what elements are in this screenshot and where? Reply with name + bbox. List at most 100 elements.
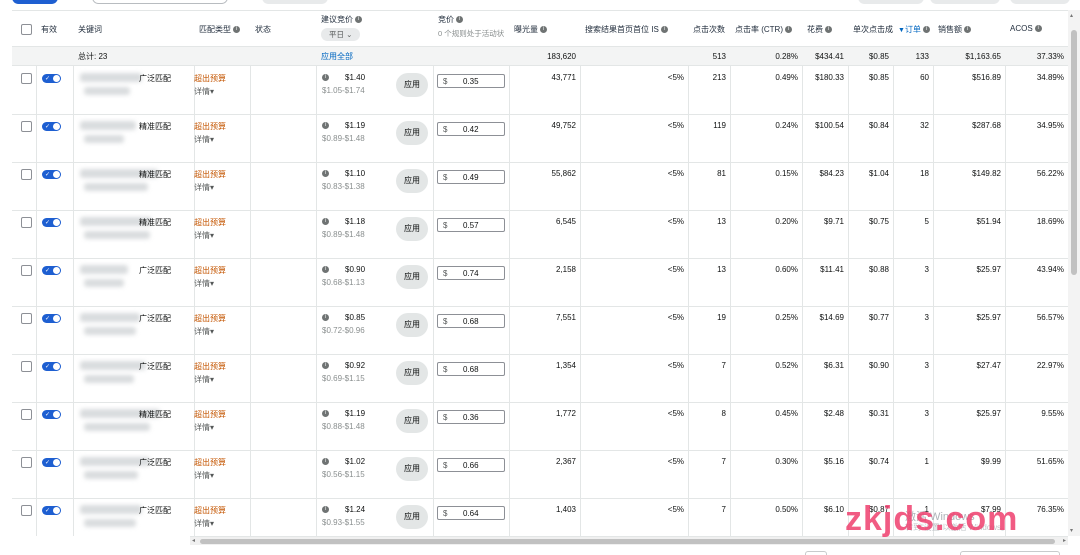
header-cpc[interactable]: 单次点击成本 [848, 11, 893, 47]
row-checkbox[interactable] [21, 313, 32, 324]
enabled-toggle[interactable]: ✓ [42, 362, 61, 371]
row-checkbox[interactable] [21, 217, 32, 228]
bid-input[interactable]: $0.49 [437, 170, 505, 184]
scroll-down-icon[interactable]: ▾ [1070, 527, 1073, 534]
header-suggested-bid[interactable]: 建议竞价 i 平日 ⌄ [316, 11, 433, 47]
header-impressions[interactable]: 曝光量 i [509, 11, 580, 47]
header-spend[interactable]: 花费 i [802, 11, 848, 47]
bid-input[interactable]: $0.66 [437, 458, 505, 472]
info-icon[interactable]: i [322, 169, 329, 178]
apply-button[interactable]: 应用 [396, 457, 428, 481]
bid-input[interactable]: $0.68 [437, 314, 505, 328]
info-icon[interactable]: i [233, 26, 240, 34]
apply-all-link[interactable]: 应用全部 [321, 47, 353, 66]
toolbar-button-2[interactable] [930, 0, 1000, 4]
bid-input[interactable]: $0.68 [437, 362, 505, 376]
apply-button[interactable]: 应用 [396, 121, 428, 145]
info-icon[interactable]: i [355, 16, 362, 24]
filter-button[interactable] [262, 0, 328, 4]
info-icon[interactable]: i [785, 26, 792, 34]
horizontal-scroll-thumb[interactable] [200, 539, 1055, 544]
header-orders[interactable]: ▼订单 i [893, 11, 933, 47]
enabled-toggle[interactable]: ✓ [42, 122, 61, 131]
bid-input[interactable]: $0.74 [437, 266, 505, 280]
header-match-type[interactable]: 匹配类型 i [194, 11, 250, 47]
toolbar-button-1[interactable] [858, 0, 924, 4]
info-icon[interactable]: i [660, 26, 668, 34]
info-icon[interactable]: i [322, 265, 329, 274]
row-checkbox[interactable] [21, 265, 32, 276]
apply-button[interactable]: 应用 [396, 505, 428, 529]
row-checkbox[interactable] [21, 505, 32, 516]
enabled-toggle[interactable]: ✓ [42, 170, 61, 179]
search-input[interactable] [92, 0, 228, 4]
details-dropdown[interactable]: 详情▾ [194, 182, 214, 193]
enabled-toggle[interactable]: ✓ [42, 506, 61, 515]
header-ctr[interactable]: 点击率 (CTR) i [730, 11, 802, 47]
details-dropdown[interactable]: 详情▾ [194, 518, 214, 529]
info-icon[interactable]: i [825, 26, 832, 34]
info-icon[interactable]: i [322, 73, 329, 82]
apply-button[interactable]: 应用 [396, 409, 428, 433]
details-dropdown[interactable]: 详情▾ [194, 326, 214, 337]
enabled-toggle[interactable]: ✓ [42, 314, 61, 323]
enabled-toggle[interactable]: ✓ [42, 458, 61, 467]
enabled-toggle[interactable]: ✓ [42, 74, 61, 83]
details-dropdown[interactable]: 详情▾ [194, 230, 214, 241]
info-icon[interactable]: i [1034, 25, 1042, 33]
enabled-toggle[interactable]: ✓ [42, 266, 61, 275]
header-acos[interactable]: ACOS i [1005, 11, 1068, 47]
info-icon[interactable]: i [922, 26, 930, 34]
details-dropdown[interactable]: 详情▾ [194, 134, 214, 145]
details-dropdown[interactable]: 详情▾ [194, 86, 214, 97]
apply-button[interactable]: 应用 [396, 265, 428, 289]
header-keyword[interactable]: 关键词 [73, 11, 194, 47]
header-enabled[interactable]: 有效 [36, 11, 73, 47]
vertical-scrollbar[interactable]: ▴ ▾ [1068, 10, 1080, 536]
info-icon[interactable]: i [322, 409, 329, 418]
apply-button[interactable]: 应用 [396, 73, 428, 97]
pagination-controls[interactable] [960, 551, 1060, 555]
apply-button[interactable]: 应用 [396, 313, 428, 337]
info-icon[interactable]: i [322, 457, 329, 466]
enabled-toggle[interactable]: ✓ [42, 410, 61, 419]
apply-button[interactable]: 应用 [396, 169, 428, 193]
row-checkbox[interactable] [21, 361, 32, 372]
bid-input[interactable]: $0.35 [437, 74, 505, 88]
header-sales[interactable]: 销售额 i [933, 11, 1005, 47]
info-icon[interactable]: i [322, 121, 329, 130]
details-dropdown[interactable]: 详情▾ [194, 278, 214, 289]
header-clicks[interactable]: 点击次数 [688, 11, 730, 47]
bid-input[interactable]: $0.36 [437, 410, 505, 424]
bid-input[interactable]: $0.57 [437, 218, 505, 232]
scroll-up-icon[interactable]: ▴ [1070, 12, 1073, 19]
info-icon[interactable]: i [322, 361, 329, 370]
info-icon[interactable]: i [540, 26, 547, 34]
details-dropdown[interactable]: 详情▾ [194, 422, 214, 433]
info-icon[interactable]: i [322, 313, 329, 322]
primary-action-button[interactable] [12, 0, 58, 4]
header-bid[interactable]: 竞价 i 0 个规则处于活动状 [433, 11, 509, 47]
header-status[interactable]: 状态 [250, 11, 316, 47]
info-icon[interactable]: i [322, 505, 329, 514]
page-size-select[interactable] [805, 551, 827, 555]
apply-button[interactable]: 应用 [396, 217, 428, 241]
bid-input[interactable]: $0.64 [437, 506, 505, 520]
enabled-toggle[interactable]: ✓ [42, 218, 61, 227]
toolbar-button-3[interactable] [1010, 0, 1070, 4]
header-top-of-search[interactable]: 搜索结果首页首位 IS i [580, 11, 688, 47]
details-dropdown[interactable]: 详情▾ [194, 470, 214, 481]
info-icon[interactable]: i [964, 26, 971, 34]
bid-input[interactable]: $0.42 [437, 122, 505, 136]
row-checkbox[interactable] [21, 169, 32, 180]
select-all-checkbox[interactable] [21, 24, 32, 35]
row-checkbox[interactable] [21, 73, 32, 84]
row-checkbox[interactable] [21, 409, 32, 420]
apply-button[interactable]: 应用 [396, 361, 428, 385]
details-dropdown[interactable]: 详情▾ [194, 374, 214, 385]
row-checkbox[interactable] [21, 457, 32, 468]
info-icon[interactable]: i [322, 217, 329, 226]
info-icon[interactable]: i [456, 16, 463, 24]
vertical-scroll-thumb[interactable] [1071, 30, 1077, 275]
suggested-bid-dropdown[interactable]: 平日 ⌄ [321, 28, 361, 41]
